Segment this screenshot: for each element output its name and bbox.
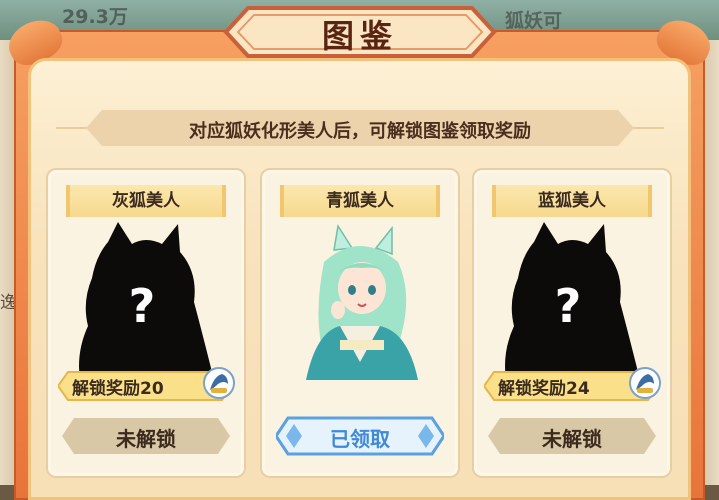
locked-button[interactable]: 未解锁 [62,416,230,456]
locked-button[interactable]: 未解锁 [488,416,656,456]
locked-silhouette-portrait: ? [62,222,230,380]
locked-button-label: 未解锁 [116,427,176,451]
claimed-button[interactable]: 已领取 [276,416,444,456]
fox-coin-icon [628,366,662,400]
fox-beauty-portrait [276,222,444,380]
unlock-reward-ribbon: 解锁奖励24 [484,367,661,402]
svg-text:?: ? [555,279,582,333]
svg-text:?: ? [129,279,156,333]
background-title-text: 狐妖可 [505,10,563,32]
card-gray-fox: 灰狐美人 ? 解锁奖励20 未解锁 [46,168,246,478]
dialog-subtitle: 对应狐妖化形美人后，可解锁图鉴领取奖励 [189,121,531,142]
fox-coin-icon [202,366,236,400]
background-currency-text: 29.3万 [62,6,128,28]
claimed-button-label: 已领取 [330,427,390,451]
unlock-reward-label: 解锁奖励24 [498,379,590,399]
locked-silhouette-portrait: ? [488,222,656,380]
unlock-reward-ribbon: 解锁奖励20 [58,367,235,402]
card-name: 蓝狐美人 [492,185,652,217]
card-cyan-fox: 青狐美人 已领取 [260,168,460,478]
card-name: 灰狐美人 [66,185,226,217]
locked-button-label: 未解锁 [542,427,602,451]
card-name: 青狐美人 [280,185,440,217]
subtitle-ribbon: 对应狐妖化形美人后，可解锁图鉴领取奖励 [86,110,634,146]
card-blue-fox: 蓝狐美人 ? 解锁奖励24 未解锁 [472,168,672,478]
dialog-title: 图鉴 [321,17,398,55]
unlock-reward-label: 解锁奖励20 [72,379,164,399]
title-banner: 图鉴 [218,4,502,60]
